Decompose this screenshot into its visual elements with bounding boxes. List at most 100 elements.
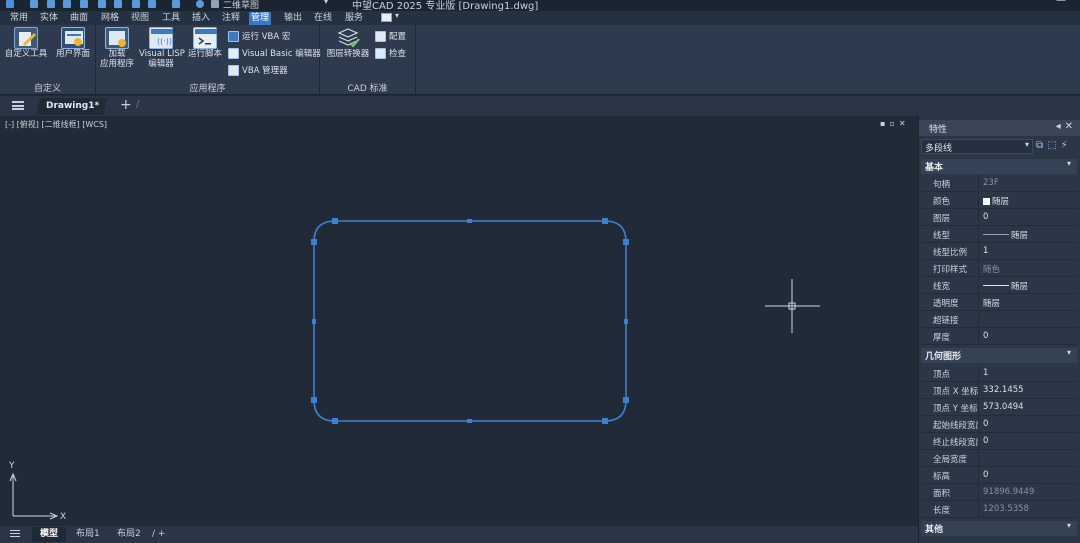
drawing-canvas[interactable]: [-] [俯视] [二维线框] [WCS] ▪▫✕ Y X <box>0 116 918 526</box>
property-row-lineweight[interactable]: 线宽 随层 <box>921 277 1077 294</box>
divider <box>978 209 979 226</box>
property-row-hyperlink[interactable]: 超链接 <box>921 311 1077 328</box>
tab-solid[interactable]: 实体 <box>38 12 60 25</box>
customize-tools-button[interactable]: 自定义工具 <box>4 27 48 59</box>
run-vba-macro-button[interactable]: 运行 VBA 宏 <box>228 29 290 43</box>
standards-check-button[interactable]: 检查 <box>375 46 406 60</box>
visual-lisp-editor-button[interactable]: ((·)) Visual LISP 编辑器 <box>139 27 185 69</box>
standards-configure-button[interactable]: 配置 <box>375 29 406 43</box>
property-row[interactable]: 句柄 23F <box>921 175 1077 192</box>
open-file-icon[interactable] <box>47 0 55 8</box>
redo-more-icon[interactable] <box>172 0 180 8</box>
check-label: 检查 <box>389 49 407 59</box>
layout-menu-icon[interactable] <box>10 530 20 537</box>
color-value: 随层 <box>992 197 1010 207</box>
tab-layout1[interactable]: 布局1 <box>76 527 100 542</box>
tab-model[interactable]: 模型 <box>32 527 67 542</box>
property-value: 随层 <box>983 280 1028 292</box>
new-file-icon[interactable] <box>30 0 38 8</box>
properties-header: 特性 ◂✕ <box>919 120 1080 136</box>
vba-manager-button[interactable]: VBA 管理器 <box>228 63 288 77</box>
tab-home[interactable]: 常用 <box>8 12 30 25</box>
print-preview-icon[interactable] <box>114 0 122 8</box>
ribbon-state-icon[interactable] <box>381 13 392 22</box>
plot-icon[interactable] <box>98 0 106 8</box>
section-basic[interactable]: 基本 ▾ <box>921 159 1077 174</box>
divider <box>978 501 979 518</box>
user-interface-button[interactable]: 用户界面 <box>53 27 93 59</box>
section-geometry[interactable]: 几何图形 ▾ <box>921 348 1077 363</box>
vb-editor-label: Visual Basic 编辑器 <box>242 49 321 59</box>
save-icon[interactable] <box>63 0 71 8</box>
load-application-button[interactable]: 加载 应用程序 <box>98 27 136 69</box>
property-value: 332.1455 <box>983 385 1024 395</box>
tab-manage[interactable]: 管理 <box>249 12 272 25</box>
property-value: 1 <box>983 246 989 256</box>
visual-basic-editor-button[interactable]: Visual Basic 编辑器 <box>228 46 321 60</box>
object-type-value: 多段线 <box>925 144 953 154</box>
property-row-plot-style[interactable]: 打印样式 随色 <box>921 260 1077 277</box>
workspace-selector[interactable]: 二维草图 <box>223 0 259 11</box>
file-tab-drawing1[interactable]: Drawing1* <box>36 98 107 115</box>
panel-cad-standards: 图层转换器 配置 检查 CAD 标准 <box>320 25 416 95</box>
property-key: 面积 <box>933 489 951 499</box>
property-row-color[interactable]: 颜色 随层 <box>921 192 1077 209</box>
property-key: 厚度 <box>933 333 951 343</box>
add-layout-icon[interactable]: / + <box>152 527 165 542</box>
tab-mesh[interactable]: 网格 <box>99 12 121 25</box>
tab-insert[interactable]: 插入 <box>190 12 212 25</box>
property-row-linetype-scale[interactable]: 线型比例 1 <box>921 243 1077 260</box>
property-row-thickness[interactable]: 厚度 0 <box>921 328 1077 345</box>
layer-translator-button[interactable]: 图层转换器 <box>326 27 370 59</box>
globe-icon[interactable] <box>196 0 204 8</box>
property-row-linetype[interactable]: 线型 随层 <box>921 226 1077 243</box>
property-row-start-width[interactable]: 起始线段宽度 0 <box>921 416 1077 433</box>
svg-text:((·)): ((·)) <box>157 37 172 46</box>
chevron-down-icon[interactable]: ▾ <box>395 11 399 20</box>
property-row-elevation[interactable]: 标高 0 <box>921 467 1077 484</box>
property-row-global-width[interactable]: 全局宽度 <box>921 450 1077 467</box>
tab-tools[interactable]: 工具 <box>160 12 182 25</box>
tab-divider: / <box>136 99 140 110</box>
property-row-vertex-y[interactable]: 顶点 Y 坐标 573.0494 <box>921 399 1077 416</box>
crosshair-cursor <box>765 279 820 333</box>
property-row-layer[interactable]: 图层 0 <box>921 209 1077 226</box>
tab-layout2[interactable]: 布局2 <box>117 527 141 542</box>
lineweight-preview <box>983 285 1009 286</box>
property-row-transparency[interactable]: 透明度 随层 <box>921 294 1077 311</box>
panel-controls[interactable]: ◂✕ <box>1056 121 1077 132</box>
new-tab-icon[interactable]: + <box>120 97 132 113</box>
property-value: 573.0494 <box>983 402 1024 412</box>
property-key: 顶点 X 坐标 <box>933 387 979 397</box>
tab-service[interactable]: 服务 <box>343 12 365 25</box>
layout-tab-bar: 模型 布局1 布局2 / + <box>0 526 918 543</box>
tab-online[interactable]: 在线 <box>312 12 334 25</box>
customize-tools-label: 自定义工具 <box>4 49 48 59</box>
selection-tools-icon[interactable]: ⧉⬚⚡ <box>1036 140 1072 151</box>
object-type-select[interactable]: 多段线 ▾ <box>921 139 1033 154</box>
section-other[interactable]: 其他 ▾ <box>921 521 1077 536</box>
run-script-button[interactable]: 运行脚本 <box>186 27 224 59</box>
property-key: 句柄 <box>933 180 951 190</box>
check-icon <box>375 47 386 59</box>
minimize-button[interactable]: — <box>1056 0 1066 6</box>
redo-icon[interactable] <box>148 0 156 8</box>
tab-surface[interactable]: 曲面 <box>68 12 90 25</box>
tab-output[interactable]: 输出 <box>282 12 304 25</box>
rounded-rectangle-polyline[interactable] <box>313 220 627 422</box>
property-row-end-width[interactable]: 终止线段宽度 0 <box>921 433 1077 450</box>
property-row-area[interactable]: 面积 91896.9449 <box>921 484 1077 501</box>
property-row-length[interactable]: 长度 1203.5358 <box>921 501 1077 518</box>
divider <box>978 328 979 345</box>
property-value: 0 <box>983 331 989 341</box>
tab-annotate[interactable]: 注释 <box>220 12 242 25</box>
undo-icon[interactable] <box>132 0 140 8</box>
menu-icon[interactable] <box>12 101 24 110</box>
save-as-icon[interactable] <box>80 0 88 8</box>
tab-view[interactable]: 视图 <box>129 12 151 25</box>
gear-icon[interactable] <box>211 0 219 8</box>
grip-points[interactable] <box>311 218 629 424</box>
property-row-vertex[interactable]: 顶点 1 <box>921 365 1077 382</box>
chevron-down-icon[interactable]: ▾ <box>324 0 328 6</box>
property-row-vertex-x[interactable]: 顶点 X 坐标 332.1455 <box>921 382 1077 399</box>
